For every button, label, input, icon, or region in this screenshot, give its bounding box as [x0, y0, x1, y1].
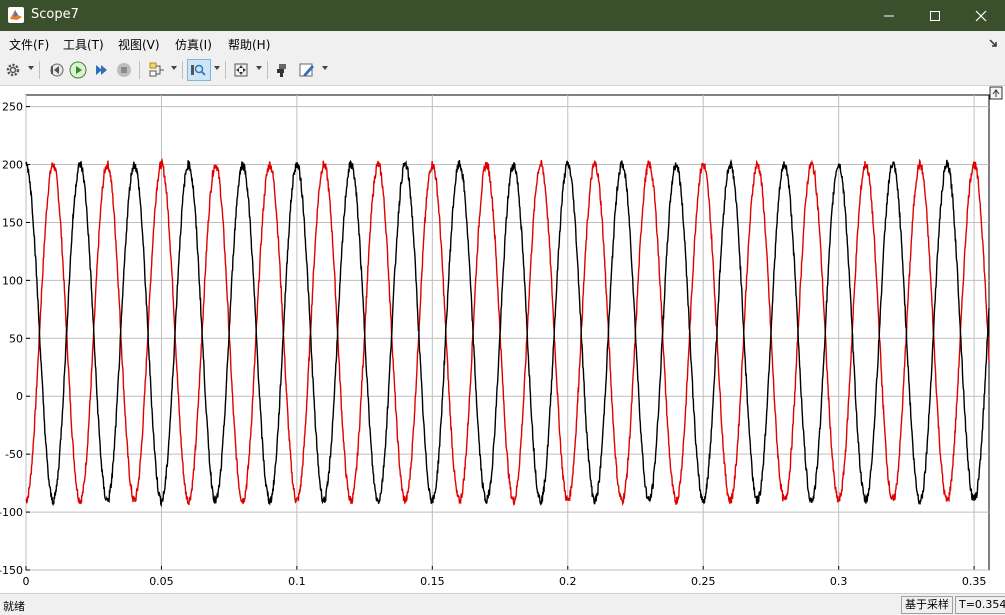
y-tick-label: 100 [2, 274, 23, 287]
maximize-button[interactable] [912, 0, 958, 31]
zoom-dropdown-caret[interactable] [214, 66, 220, 70]
settings-dropdown-caret[interactable] [28, 66, 34, 70]
zoom-icon [191, 64, 206, 76]
menu-bar: 文件(F) 工具(T) 视图(V) 仿真(I) 帮助(H) [0, 31, 1005, 56]
minimize-button[interactable] [866, 0, 912, 31]
undock-icon[interactable] [987, 37, 999, 49]
step-back-icon [50, 63, 64, 77]
y-tick-label: 200 [2, 159, 23, 172]
x-tick-label: 0.05 [149, 575, 174, 588]
signal-trigger-button[interactable] [147, 60, 167, 80]
style-icon [277, 64, 286, 77]
y-tick-label: 250 [2, 101, 23, 114]
menu-simulation[interactable]: 仿真(I) [175, 36, 212, 53]
y-tick-label: 150 [2, 216, 23, 229]
toolbar-separator [139, 61, 140, 79]
menu-view[interactable]: 视图(V) [118, 36, 160, 53]
toolbar [0, 56, 1005, 86]
toolbar-separator [39, 61, 40, 79]
run-button[interactable] [68, 60, 88, 80]
edit-button[interactable] [297, 60, 317, 80]
plot-frame [25, 94, 990, 571]
fit-view-button[interactable] [231, 60, 251, 80]
title-bar: Scope7 [0, 0, 1005, 31]
menu-tools[interactable]: 工具(T) [63, 36, 104, 53]
toolbar-separator [225, 61, 226, 79]
y-tick-label: -150 [0, 564, 23, 577]
maximize-icon [930, 10, 940, 21]
edit-icon [299, 63, 314, 77]
fit-view-dropdown-caret[interactable] [256, 66, 262, 70]
x-tick-label: 0 [23, 575, 30, 588]
trigger-dropdown-caret[interactable] [171, 66, 177, 70]
y-tick-label: -100 [0, 506, 23, 519]
edit-dropdown-caret[interactable] [322, 66, 328, 70]
x-tick-label: 0.1 [288, 575, 306, 588]
x-tick-label: 0.15 [420, 575, 445, 588]
run-icon [69, 61, 87, 79]
step-forward-icon [96, 65, 107, 75]
signal-trigger-icon [149, 62, 164, 77]
minimize-icon [884, 15, 894, 16]
status-bar: 就绪 基于采样 T=0.354 [0, 593, 1005, 615]
window-title: Scope7 [31, 7, 79, 22]
y-tick-label: 50 [9, 332, 23, 345]
menu-file[interactable]: 文件(F) [9, 36, 49, 53]
step-back-button[interactable] [46, 60, 66, 80]
menu-help[interactable]: 帮助(H) [228, 36, 270, 53]
matlab-app-icon [8, 7, 24, 23]
stop-icon [117, 63, 131, 77]
y-tick-label: 0 [16, 390, 23, 403]
scope-plot-area[interactable]: 0 0.05 0.1 0.15 0.2 0.25 0.3 0.35 -150 -100 -50 0 50… [0, 86, 1005, 593]
toolbar-separator [267, 61, 268, 79]
toolbar-separator [182, 61, 183, 79]
close-icon [975, 10, 987, 21]
sample-mode-indicator: 基于采样 [901, 596, 953, 614]
simulation-time-indicator: T=0.354 [955, 596, 1005, 614]
stop-button[interactable] [114, 60, 134, 80]
y-tick-label: -50 [5, 448, 23, 461]
scope-chart[interactable]: 0 0.05 0.1 0.15 0.2 0.25 0.3 0.35 -150 -100 -50 0 50… [0, 86, 1005, 593]
settings-button[interactable] [3, 60, 23, 80]
close-button[interactable] [958, 0, 1004, 31]
x-tick-label: 0.35 [962, 575, 987, 588]
step-forward-button[interactable] [91, 60, 111, 80]
x-tick-label: 0.3 [830, 575, 848, 588]
x-tick-label: 0.2 [559, 575, 577, 588]
zoom-button[interactable] [187, 59, 211, 81]
x-tick-label: 0.25 [691, 575, 716, 588]
status-ready-text: 就绪 [3, 600, 25, 613]
fit-view-icon [234, 63, 248, 77]
style-button[interactable] [273, 60, 293, 80]
gear-icon [6, 63, 20, 77]
